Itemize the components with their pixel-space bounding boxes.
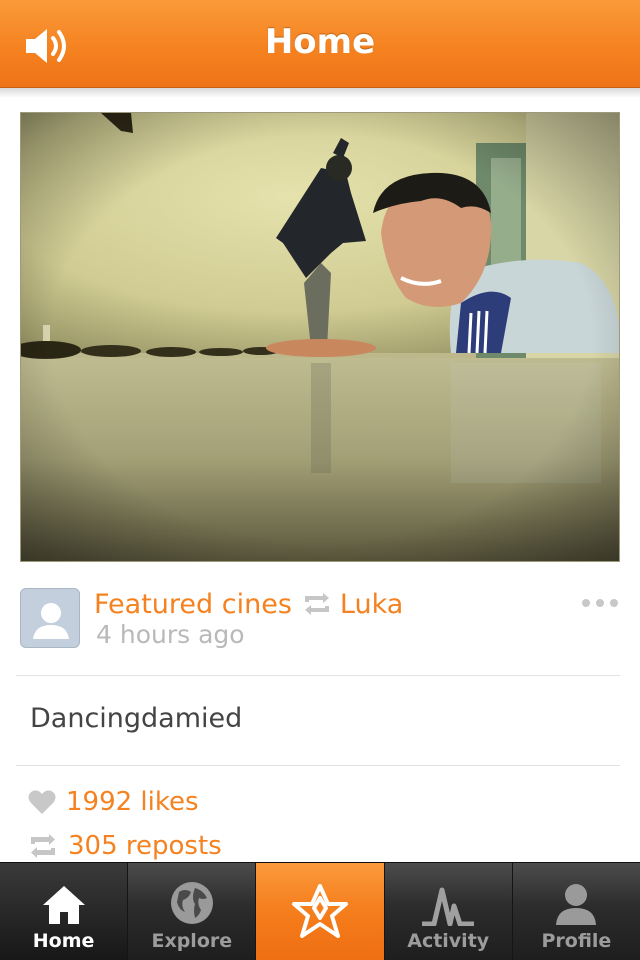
post-video[interactable]: [20, 112, 620, 562]
reposts-stat[interactable]: 305 reposts: [28, 831, 222, 861]
tab-bar: Home Explore Activity Profile: [0, 862, 640, 960]
tab-capture[interactable]: [256, 863, 385, 960]
header-shadow: [0, 88, 640, 98]
tab-profile[interactable]: Profile: [513, 863, 640, 960]
globe-icon: [170, 882, 213, 924]
activity-icon: [422, 887, 475, 926]
more-options-button[interactable]: [582, 594, 622, 612]
reposter-name[interactable]: Luka: [340, 589, 403, 620]
author-avatar[interactable]: [20, 588, 80, 648]
nav-header: Home: [0, 0, 640, 88]
tab-label: Profile: [541, 930, 612, 952]
person-icon: [556, 884, 597, 925]
tab-activity[interactable]: Activity: [385, 863, 513, 960]
divider: [16, 675, 620, 676]
tab-label: Activity: [407, 930, 490, 952]
camera-capture-icon: [292, 883, 348, 938]
repost-icon: [31, 834, 55, 858]
post-timestamp: 4 hours ago: [96, 620, 245, 649]
page-title: Home: [264, 22, 376, 62]
author-line: Featured cines Luka: [94, 586, 403, 622]
tab-explore[interactable]: Explore: [128, 863, 257, 960]
likes-count: 1992 likes: [66, 787, 199, 817]
home-icon: [42, 886, 85, 924]
likes-stat[interactable]: 1992 likes: [28, 787, 199, 817]
tab-label: Explore: [151, 930, 233, 952]
heart-icon: [28, 790, 56, 814]
more-dot: [596, 599, 604, 607]
author-name[interactable]: Featured cines: [94, 589, 292, 620]
post-caption: Dancingdamied: [30, 703, 243, 734]
person-placeholder-icon: [33, 603, 69, 639]
divider: [16, 765, 620, 766]
tab-label: Home: [32, 930, 95, 952]
more-dot: [610, 599, 618, 607]
more-dots-icon: [582, 599, 590, 607]
tab-home[interactable]: Home: [0, 863, 129, 960]
repost-icon: [302, 592, 332, 616]
reposts-count: 305 reposts: [68, 831, 222, 861]
